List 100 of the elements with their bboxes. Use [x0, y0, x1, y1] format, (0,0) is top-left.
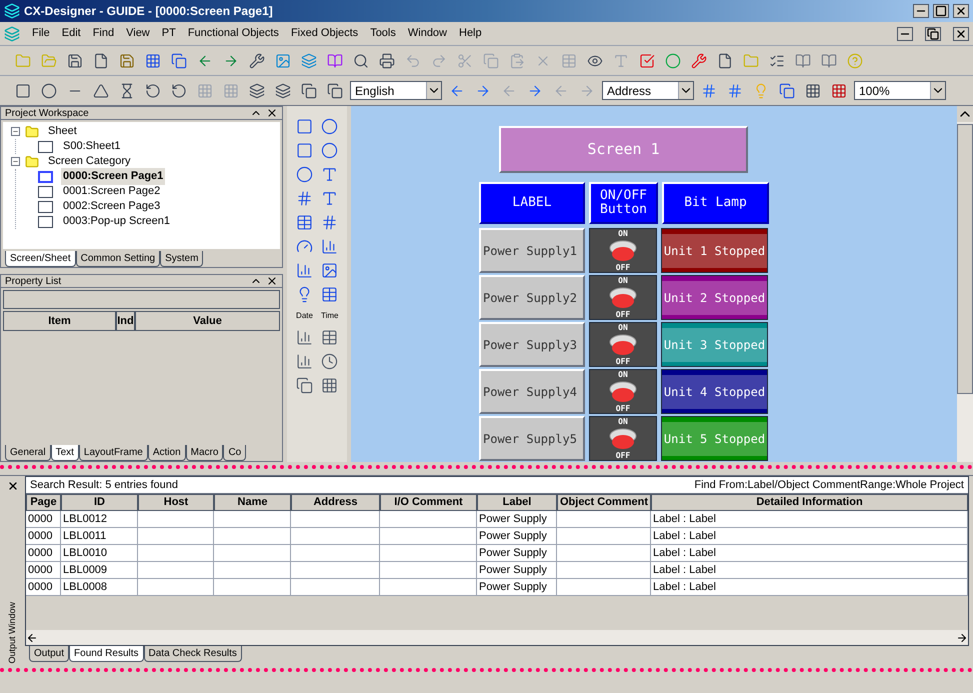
tree-item[interactable]: Sheet [48, 123, 77, 140]
property-field[interactable] [3, 290, 280, 309]
date-tool[interactable]: Date [296, 310, 313, 322]
tab[interactable]: Data Check Results [144, 646, 242, 662]
palette-tool-icon[interactable] [321, 286, 338, 303]
tab[interactable]: LayoutFrame [78, 445, 148, 461]
palette-tool-icon[interactable] [296, 353, 313, 370]
column-header[interactable]: Ind [116, 311, 135, 331]
manual-icon[interactable] [795, 52, 811, 68]
column-header[interactable]: Item [3, 311, 116, 331]
tab[interactable]: Common Setting [76, 251, 160, 267]
palette-tool-icon[interactable] [321, 190, 338, 207]
tab[interactable]: Found Results [69, 646, 144, 662]
scroll-up-icon[interactable] [957, 106, 973, 122]
expander-icon[interactable] [11, 157, 20, 166]
rectangle-icon[interactable] [15, 82, 31, 98]
column-header[interactable]: Object Comment [557, 494, 651, 511]
vertical-scrollbar[interactable] [957, 106, 973, 462]
tree-item[interactable]: 0002:Screen Page3 [61, 198, 162, 215]
palette-tool-icon[interactable] [321, 142, 338, 159]
scroll-left-icon[interactable] [26, 632, 38, 644]
zoom-select[interactable]: 100% [854, 81, 946, 100]
toggle-switch[interactable]: ON OFF [589, 228, 657, 273]
palette-tool-icon[interactable] [321, 377, 338, 394]
tab[interactable]: Action [148, 445, 186, 461]
column-header[interactable]: Label [477, 494, 557, 511]
menu-item[interactable]: Edit [62, 25, 81, 42]
scroll-right-icon[interactable] [956, 632, 968, 644]
toggle-switch[interactable]: ON OFF [589, 369, 657, 414]
horizontal-scrollbar[interactable] [26, 630, 968, 645]
close-icon[interactable] [266, 107, 278, 119]
menu-item[interactable]: Functional Objects [188, 25, 279, 42]
palette-tool-icon[interactable] [321, 353, 338, 370]
copy-screen-icon[interactable] [171, 52, 187, 68]
palette-tool-icon[interactable] [296, 142, 313, 159]
palette-tool-icon[interactable] [296, 214, 313, 231]
palette-tool-icon[interactable] [296, 238, 313, 255]
column-header[interactable]: ID [61, 494, 138, 511]
tab[interactable]: Output [29, 646, 70, 662]
minimize-button[interactable] [913, 4, 929, 18]
time-tool[interactable]: Time [321, 310, 338, 322]
expander-icon[interactable] [11, 127, 20, 136]
palette-tool-icon[interactable] [321, 329, 338, 346]
menu-item[interactable]: Window [408, 25, 447, 42]
new-icon[interactable] [93, 52, 109, 68]
maximize-button[interactable] [933, 4, 949, 18]
tab[interactable]: Screen/Sheet [5, 251, 76, 267]
toggle-switch[interactable]: ON OFF [589, 416, 657, 461]
close-icon[interactable] [266, 275, 278, 287]
close-button[interactable] [953, 26, 969, 40]
tree-item[interactable]: 0001:Screen Page2 [61, 183, 162, 200]
tab[interactable]: System [160, 251, 204, 267]
tool-icon[interactable] [249, 52, 265, 68]
book-icon[interactable] [327, 52, 343, 68]
column-header[interactable]: Host [138, 494, 214, 511]
tree-item[interactable]: 0000:Screen Page1 [61, 168, 166, 185]
tree-item[interactable]: Screen Category [48, 153, 131, 170]
palette-tool-icon[interactable] [321, 238, 338, 255]
layers-icon[interactable] [301, 52, 317, 68]
close-button[interactable] [953, 4, 969, 18]
circle-icon[interactable] [41, 82, 57, 98]
palette-tool-icon[interactable] [321, 262, 338, 279]
preview-icon[interactable] [353, 52, 369, 68]
palette-tool-icon[interactable] [321, 118, 338, 135]
minimize-button[interactable] [897, 26, 913, 40]
column-header[interactable]: Detailed Information [651, 494, 968, 511]
column-header[interactable]: Value [135, 311, 280, 331]
menu-item[interactable]: Find [92, 25, 114, 42]
menu-item[interactable]: File [32, 25, 50, 42]
grid-icon[interactable] [805, 82, 821, 98]
palette-tool-icon[interactable] [321, 166, 338, 183]
column-header[interactable]: Address [291, 494, 380, 511]
close-icon[interactable] [6, 480, 18, 492]
column-header[interactable]: Page [26, 494, 61, 511]
column-header[interactable]: I/O Comment [380, 494, 477, 511]
palette-tool-icon[interactable] [296, 262, 313, 279]
menu-item[interactable]: PT [162, 25, 176, 42]
tab[interactable]: Text [50, 445, 79, 461]
save-all-icon[interactable] [67, 52, 83, 68]
palette-tool-icon[interactable] [296, 329, 313, 346]
toggle-switch[interactable]: ON OFF [589, 275, 657, 320]
display-select[interactable]: Address [602, 81, 694, 100]
menu-item[interactable]: Tools [370, 25, 396, 42]
menu-item[interactable]: Help [459, 25, 482, 42]
palette-tool-icon[interactable] [296, 166, 313, 183]
tab[interactable]: Co [223, 445, 246, 461]
save-icon[interactable] [119, 52, 135, 68]
menu-item[interactable]: View [126, 25, 150, 42]
palette-tool-icon[interactable] [296, 190, 313, 207]
tab[interactable]: General [5, 445, 51, 461]
palette-tool-icon[interactable] [296, 377, 313, 394]
palette-tool-icon[interactable] [321, 214, 338, 231]
tab[interactable]: Macro [186, 445, 224, 461]
palette-tool-icon[interactable] [296, 118, 313, 135]
help-book-icon[interactable] [821, 52, 837, 68]
language-select[interactable]: English [350, 81, 442, 100]
menu-item[interactable]: Fixed Objects [290, 25, 358, 42]
tree-item[interactable]: 0003:Pop-up Screen1 [61, 213, 172, 230]
restore-button[interactable] [925, 26, 941, 40]
toggle-switch[interactable]: ON OFF [589, 322, 657, 367]
